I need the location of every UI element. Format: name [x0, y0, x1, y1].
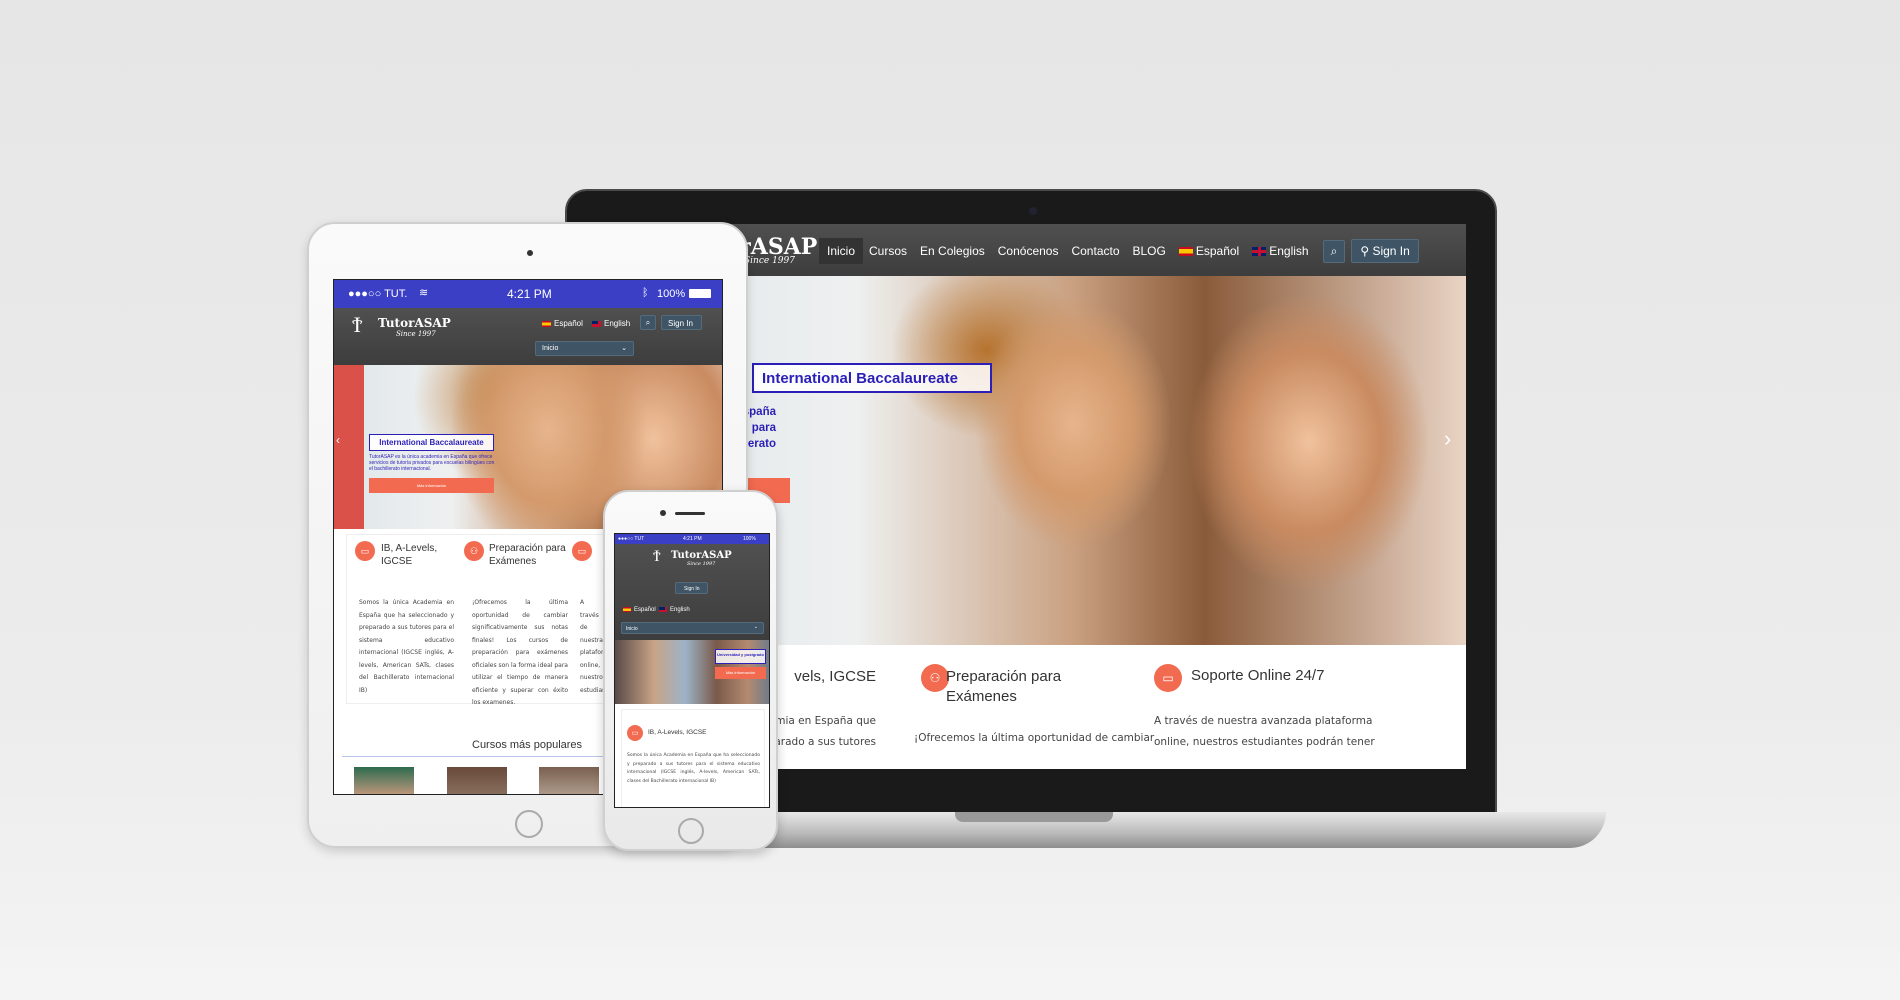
- nav-en-colegios[interactable]: En Colegios: [920, 244, 985, 258]
- uk-flag-icon: [592, 320, 601, 327]
- search-icon: ⌕: [1330, 243, 1338, 258]
- hero-title: International Baccalaureate: [752, 363, 992, 393]
- battery-percent: 100%: [743, 536, 756, 542]
- phone-header: Ϯ TutorASAP Since 1997 Sign In Español E…: [615, 544, 769, 640]
- hero-title: Universidad y postgrado: [715, 649, 766, 664]
- prev-slide-chevron-icon[interactable]: ‹: [336, 433, 340, 447]
- chat-icon: ▭: [572, 541, 592, 561]
- feature-text: Somos la única Academia en España que ha…: [359, 599, 454, 694]
- hero-text: TutorASAP es la única academia en España…: [369, 454, 495, 472]
- popular-courses-heading: Cursos más populares: [472, 739, 583, 751]
- next-slide-chevron-icon[interactable]: ›: [1444, 426, 1451, 452]
- more-info-button[interactable]: Más información: [369, 478, 494, 493]
- hero-banner: Universidad y postgrado Más información: [615, 640, 769, 704]
- tablet-camera: [527, 250, 533, 256]
- status-bar: ●●●○○ TUT. ≋ 4:21 PM ᛒ 100%: [334, 280, 722, 308]
- feature-title: IB, A-Levels, IGCSE: [381, 543, 438, 567]
- feature-text: A través de nuestra avanzada plataforma o…: [1154, 715, 1375, 748]
- feature-text: ¡Ofrecemos la última oportunidad de camb…: [914, 732, 1155, 744]
- feature-card: ▭ IB, A-Levels, IGCSE Somos la única Aca…: [621, 709, 765, 807]
- laptop-base: [640, 812, 1606, 848]
- sign-in-button[interactable]: Sign In: [661, 315, 702, 330]
- lang-english[interactable]: English: [659, 607, 690, 613]
- feature-text: ¡Ofrecemos la última oportunidad de camb…: [472, 599, 568, 706]
- heading-divider: [342, 756, 612, 757]
- feature-text: Somos la única Academia en España que ha…: [627, 753, 760, 784]
- battery-icon: [689, 289, 711, 298]
- lang-english[interactable]: English: [592, 319, 630, 328]
- hero-red-strip: [334, 365, 364, 529]
- logo[interactable]: TutorASAP: [378, 316, 451, 330]
- status-bar: ●●●○○ TUT 4:21 PM 100%: [615, 534, 769, 544]
- battery-percent: 100%: [657, 288, 686, 300]
- logo-tagline: Since 1997: [687, 561, 716, 567]
- feature-title: IB, A-Levels, IGCSE: [648, 729, 707, 736]
- users-icon: ⚇: [921, 664, 949, 692]
- carrier-signal: ●●●○○ TUT: [618, 536, 645, 542]
- spain-flag-icon: [623, 607, 631, 612]
- logo-tagline: Since 1997: [744, 256, 795, 266]
- carrier-signal: ●●●○○ TUT.: [348, 288, 408, 300]
- laptop-icon: ▭: [355, 541, 375, 561]
- logo[interactable]: TutorASAP: [671, 550, 732, 561]
- laptop-notch: [955, 812, 1113, 822]
- tablet-home-button[interactable]: [515, 810, 543, 838]
- bluetooth-icon: ᛒ: [642, 287, 649, 299]
- chat-icon: ▭: [1154, 664, 1182, 692]
- uk-flag-icon: [1252, 247, 1267, 257]
- chevron-down-icon: ⌄: [753, 624, 758, 630]
- search-icon: ⌕: [645, 318, 651, 327]
- phone-home-button[interactable]: [678, 818, 704, 844]
- nav-cursos[interactable]: Cursos: [869, 244, 907, 258]
- menu-select[interactable]: Inicio ⌄: [535, 341, 634, 356]
- course-thumb[interactable]: [539, 767, 599, 794]
- users-icon: ⚇: [464, 541, 484, 561]
- laptop-icon: ▭: [627, 725, 643, 741]
- key-icon: ⚲: [1360, 244, 1373, 258]
- uk-flag-icon: [659, 607, 667, 612]
- clock: 4:21 PM: [683, 536, 702, 542]
- feature-title: Soporte Online 24/7: [1191, 667, 1325, 684]
- feature-text: A través de nuestra plataforma online, n…: [580, 599, 604, 694]
- logo-tagline: Since 1997: [396, 330, 436, 338]
- spain-flag-icon: [542, 320, 551, 327]
- tablet-header: Ϯ TutorASAP Since 1997 Español English ⌕…: [334, 308, 722, 365]
- nav-blog[interactable]: BLOG: [1133, 244, 1166, 258]
- phone-screen: ●●●○○ TUT 4:21 PM 100% Ϯ TutorASAP Since…: [614, 533, 770, 808]
- nav-inicio[interactable]: Inicio: [819, 238, 864, 264]
- chevron-down-icon: ⌄: [621, 345, 627, 352]
- lang-espanol[interactable]: Español: [542, 319, 583, 328]
- more-info-button[interactable]: Más información: [715, 667, 766, 679]
- course-thumb[interactable]: [354, 767, 414, 794]
- nav-contacto[interactable]: Contacto: [1071, 244, 1119, 258]
- course-thumb[interactable]: [447, 767, 507, 794]
- lang-espanol[interactable]: Español: [1178, 244, 1239, 258]
- nav-conocenos[interactable]: Conócenos: [998, 244, 1059, 258]
- wifi-icon: ≋: [419, 287, 429, 299]
- feature-title: Preparación para Exámenes: [946, 668, 1062, 705]
- webcam: [1029, 207, 1037, 215]
- clock: 4:21 PM: [507, 287, 552, 301]
- lang-espanol[interactable]: Español: [623, 607, 656, 613]
- hero-title: International Baccalaureate: [369, 434, 494, 451]
- phone-speaker: [675, 512, 705, 515]
- feature-title: Preparación para Exámenes: [489, 543, 566, 567]
- phone-camera: [660, 510, 666, 516]
- search-button[interactable]: ⌕: [640, 315, 656, 330]
- logo-figure-icon: Ϯ: [352, 313, 363, 338]
- main-nav: Inicio Cursos En Colegios Conócenos Cont…: [819, 238, 1419, 264]
- feature-title: IB, A-Levels, IGCSE: [794, 668, 876, 685]
- sign-in-button[interactable]: ⚲ Sign In: [1351, 239, 1419, 263]
- spain-flag-icon: [1178, 247, 1193, 257]
- logo-figure-icon: Ϯ: [653, 546, 661, 565]
- lang-english[interactable]: English: [1252, 244, 1309, 258]
- menu-select[interactable]: Inicio ⌄: [621, 622, 764, 634]
- sign-in-button[interactable]: Sign In: [675, 582, 708, 594]
- search-button[interactable]: ⌕: [1322, 239, 1346, 263]
